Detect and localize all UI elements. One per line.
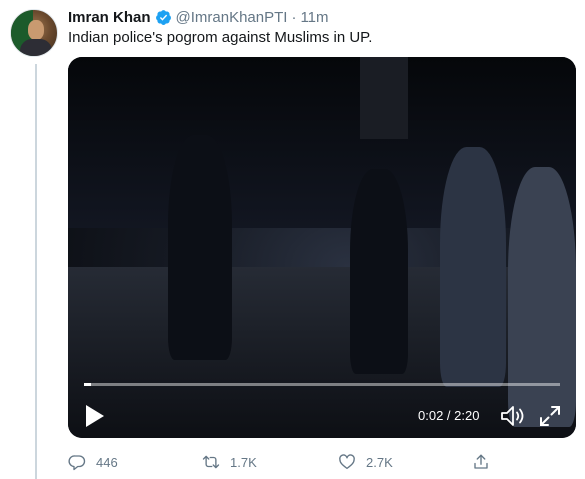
retweet-icon — [202, 455, 220, 469]
play-icon[interactable] — [84, 404, 106, 428]
fullscreen-icon[interactable] — [538, 404, 562, 428]
share-icon — [474, 454, 488, 469]
thread-line — [35, 64, 37, 479]
video-progress-bar[interactable] — [84, 383, 560, 386]
volume-icon[interactable] — [500, 404, 528, 428]
verified-badge-icon — [155, 9, 171, 25]
tweet-header: Imran Khan @ImranKhanPTI · 11m — [68, 7, 329, 27]
author-name[interactable]: Imran Khan — [68, 9, 151, 26]
retweet-button[interactable]: 1.7K — [202, 453, 257, 471]
avatar[interactable] — [10, 9, 58, 57]
reply-button[interactable]: 446 — [68, 453, 118, 471]
reply-count: 446 — [96, 454, 118, 470]
heart-icon — [339, 454, 355, 470]
like-count: 2.7K — [366, 454, 393, 470]
video-timecode: 0:02 / 2:20 — [418, 408, 480, 423]
separator-dot: · — [291, 8, 297, 26]
video-player[interactable]: 0:02 / 2:20 — [68, 57, 576, 438]
tweet-text: Indian police's pogrom against Muslims i… — [68, 29, 373, 46]
video-progress-fill — [84, 383, 91, 386]
reply-icon — [68, 455, 86, 471]
tweet-actions: 446 1.7K 2.7K — [68, 453, 508, 475]
like-button[interactable]: 2.7K — [338, 453, 393, 471]
retweet-count: 1.7K — [230, 454, 257, 470]
author-handle[interactable]: @ImranKhanPTI — [176, 9, 288, 26]
share-button[interactable] — [472, 453, 500, 471]
tweet-timestamp[interactable]: 11m — [300, 9, 328, 26]
